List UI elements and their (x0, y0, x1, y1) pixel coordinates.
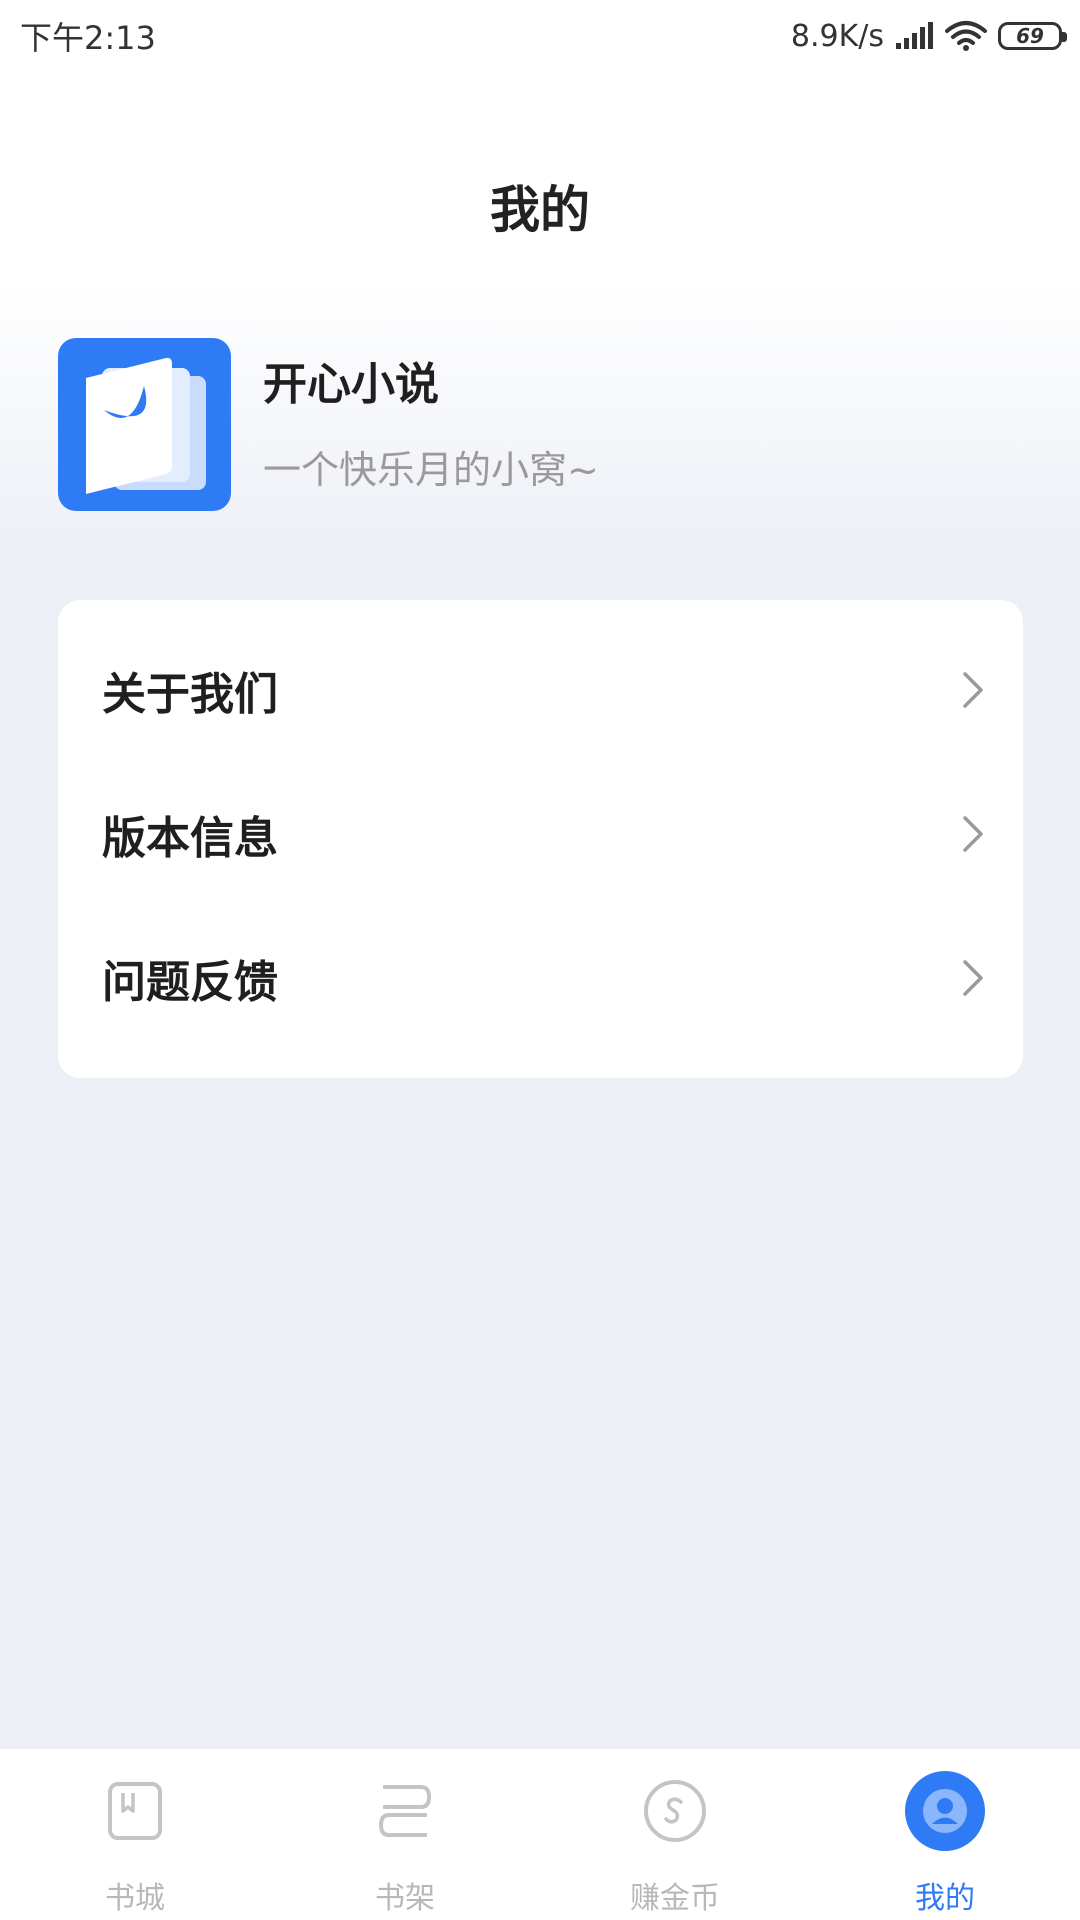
nav-label: 书城 (105, 1881, 165, 1916)
profile-icon (903, 1769, 987, 1853)
network-speed: 8.9K/s (790, 18, 884, 54)
battery-level: 69 (1016, 24, 1044, 48)
page-title: 我的 (490, 181, 590, 239)
signal-icon (896, 22, 933, 49)
chevron-right-icon (963, 816, 983, 852)
app-slogan: 一个快乐月的小窝~ (263, 447, 599, 492)
battery-icon: 69 (998, 22, 1067, 50)
menu-item-label: 问题反馈 (102, 957, 278, 1008)
chevron-right-icon (963, 672, 983, 708)
status-time: 下午2:13 (20, 19, 156, 57)
nav-tab-earn-coins[interactable]: 赚金币 (540, 1749, 810, 1920)
nav-tab-bookshelf[interactable]: 书架 (270, 1749, 540, 1920)
bookshelf-icon (363, 1769, 447, 1853)
menu-item-version-info[interactable]: 版本信息 (58, 762, 1023, 906)
status-indicators: 8.9K/s 69 (790, 18, 1067, 54)
app-name: 开心小说 (263, 358, 439, 410)
status-bar: 下午2:13 8.9K/s 69 (0, 0, 1080, 72)
menu-item-label: 关于我们 (102, 669, 278, 720)
nav-tab-bookstore[interactable]: 书城 (0, 1749, 270, 1920)
menu-item-label: 版本信息 (102, 813, 278, 864)
bottom-nav: 书城 书架 赚金币 我的 (0, 1748, 1080, 1920)
profile-section: 开心小说 一个快乐月的小窝~ (58, 338, 599, 511)
menu-item-about-us[interactable]: 关于我们 (58, 618, 1023, 762)
bookstore-icon (93, 1769, 177, 1853)
nav-label: 赚金币 (630, 1881, 720, 1916)
wifi-icon (945, 21, 987, 51)
nav-label: 我的 (915, 1881, 975, 1916)
menu-item-feedback[interactable]: 问题反馈 (58, 906, 1023, 1050)
chevron-right-icon (963, 960, 983, 996)
nav-label: 书架 (375, 1881, 435, 1916)
coin-icon (633, 1769, 717, 1853)
profile-text: 开心小说 一个快乐月的小窝~ (263, 355, 599, 495)
menu-card: 关于我们 版本信息 问题反馈 (58, 600, 1023, 1078)
book-moon-logo-icon (58, 338, 231, 511)
nav-tab-profile[interactable]: 我的 (810, 1749, 1080, 1920)
